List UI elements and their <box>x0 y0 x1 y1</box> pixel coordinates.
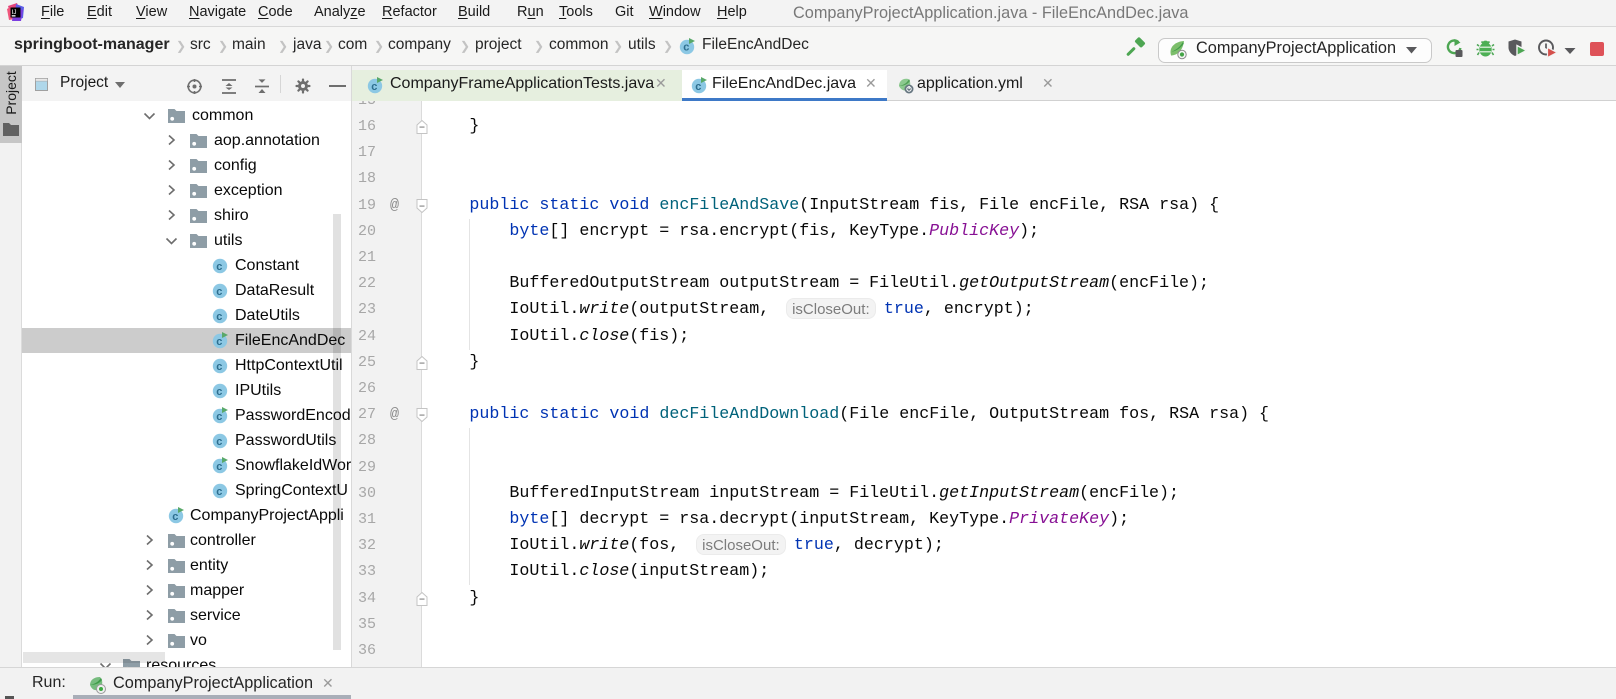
svg-text:c: c <box>216 335 222 347</box>
svg-text:c: c <box>216 485 222 497</box>
svg-text:c: c <box>695 81 701 93</box>
svg-text:IJ: IJ <box>12 9 17 16</box>
svg-text:c: c <box>371 81 377 93</box>
svg-text:c: c <box>216 435 222 447</box>
svg-text:c: c <box>216 285 222 297</box>
svg-text:c: c <box>683 42 689 54</box>
svg-text:c: c <box>216 260 222 272</box>
svg-text:c: c <box>216 310 222 322</box>
svg-text:c: c <box>216 460 222 472</box>
svg-text:c: c <box>216 360 222 372</box>
svg-text:c: c <box>172 510 178 522</box>
svg-text:c: c <box>216 410 222 422</box>
svg-text:c: c <box>216 385 222 397</box>
